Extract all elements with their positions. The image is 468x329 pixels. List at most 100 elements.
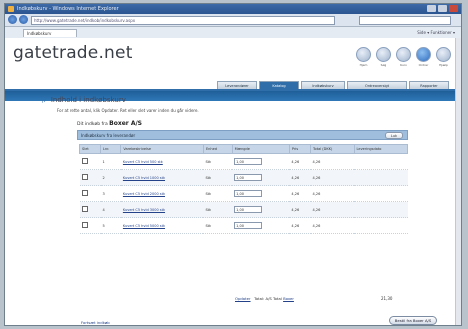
orders-label: Ordrer bbox=[418, 63, 429, 67]
line-number: 1 bbox=[100, 153, 121, 170]
col-price: Pris bbox=[288, 144, 312, 154]
quantity-input[interactable]: 1,00 bbox=[234, 206, 263, 213]
item-unit: Stk bbox=[203, 201, 233, 218]
help-label: Hjælp bbox=[439, 63, 448, 67]
item-total: 4,26 bbox=[310, 217, 355, 234]
continue-shopping-link[interactable]: Fortsæt indkøb bbox=[81, 320, 110, 325]
item-unit: Stk bbox=[203, 217, 233, 234]
back-icon[interactable] bbox=[8, 15, 17, 24]
search-label: Søg bbox=[380, 63, 387, 67]
item-delivery bbox=[354, 201, 408, 218]
table-row: 3 Kuvert C5 hvid 2000 stk Stk 1,00 4,26 … bbox=[79, 185, 408, 202]
home-icon[interactable]: Hjem bbox=[356, 47, 371, 67]
ie-icon bbox=[8, 6, 14, 12]
heading-mark-icon: \√ bbox=[41, 97, 47, 104]
top-icon-bar: Hjem Søg Kurv Ordrer Hjælp bbox=[356, 47, 451, 67]
item-link[interactable]: Kuvert C5 hvid 3000 stk bbox=[123, 208, 165, 212]
cart-label: Kurv bbox=[400, 63, 407, 67]
line-number: 5 bbox=[100, 217, 121, 234]
update-link[interactable]: Opdater bbox=[235, 296, 251, 301]
col-delete: Slet bbox=[79, 144, 101, 154]
orders-icon[interactable]: Ordrer bbox=[416, 47, 431, 67]
page-title: \√ Indhold i indkøbskurv bbox=[41, 96, 126, 104]
maximize-button[interactable] bbox=[438, 5, 447, 12]
forward-icon[interactable] bbox=[19, 15, 28, 24]
item-price: 4,26 bbox=[289, 217, 311, 234]
item-delivery bbox=[354, 169, 408, 186]
total-label: Total: A/S Total bbox=[254, 296, 282, 301]
nav-tab-suppliers[interactable]: Leverandører bbox=[217, 81, 257, 89]
item-total: 4,26 bbox=[310, 201, 355, 218]
item-total: 4,26 bbox=[310, 153, 355, 170]
item-price: 4,26 bbox=[289, 201, 311, 218]
col-quantity: Mængde bbox=[231, 144, 290, 154]
item-price: 4,26 bbox=[289, 153, 311, 170]
shop-name: Boxer A/S bbox=[109, 120, 142, 127]
search-icon[interactable]: Søg bbox=[376, 47, 391, 67]
home-label: Hjem bbox=[359, 63, 368, 67]
delete-checkbox[interactable] bbox=[81, 174, 88, 180]
delete-checkbox[interactable] bbox=[81, 206, 88, 212]
close-cart-button[interactable]: Luk bbox=[385, 132, 403, 139]
line-number: 2 bbox=[100, 169, 121, 186]
totals-row: Opdater Total: A/S Total Boxer 21,30 bbox=[235, 296, 392, 301]
cart-icon[interactable]: Kurv bbox=[396, 47, 411, 67]
toolbar-menus[interactable]: Side ▾ Funktioner ▾ bbox=[417, 30, 455, 35]
intro-text: For at rette antal, klik Opdater. Ret el… bbox=[57, 108, 199, 113]
nav-tab-cart[interactable]: Indkøbskurv bbox=[301, 81, 345, 89]
delete-checkbox[interactable] bbox=[81, 190, 88, 196]
item-link[interactable]: Kuvert C5 hvid 500 stk bbox=[123, 160, 163, 164]
shop-bar: Indkøbskurv fra leverandør Luk bbox=[77, 130, 408, 140]
col-total: Total (DKK) bbox=[310, 144, 355, 154]
nav-tab-orders[interactable]: Ordreoversigt bbox=[347, 81, 407, 89]
col-delivery: Leveringsdato bbox=[353, 144, 409, 154]
site-logo[interactable]: gatetrade.net bbox=[13, 43, 133, 63]
delete-checkbox[interactable] bbox=[81, 158, 88, 164]
col-description: Varebeskrivelse bbox=[120, 144, 204, 154]
browser-tab[interactable]: Indkøbskurv bbox=[23, 29, 77, 37]
table-row: 4 Kuvert C5 hvid 3000 stk Stk 1,00 4,26 … bbox=[79, 201, 408, 218]
title-bar: Indkøbskurv - Windows Internet Explorer bbox=[5, 4, 461, 14]
col-unit: Enhed bbox=[202, 144, 233, 154]
item-link[interactable]: Kuvert C5 hvid 1000 stk bbox=[123, 176, 165, 180]
shop-line: Dit indkøb fra Boxer A/S bbox=[77, 120, 142, 127]
col-lnr: Lnr. bbox=[99, 144, 122, 154]
url-field[interactable]: http://www.gatetrade.net/indkob/indkobsk… bbox=[31, 16, 335, 25]
item-link[interactable]: Kuvert C5 hvid 2000 stk bbox=[123, 192, 165, 196]
item-delivery bbox=[354, 185, 408, 202]
nav-tab-catalog[interactable]: Katalog bbox=[259, 81, 299, 89]
total-value: 21,30 bbox=[381, 296, 393, 301]
help-icon[interactable]: Hjælp bbox=[436, 47, 451, 67]
quantity-input[interactable]: 1,00 bbox=[234, 158, 263, 165]
window-title: Indkøbskurv - Windows Internet Explorer bbox=[17, 6, 119, 12]
item-total: 4,26 bbox=[310, 185, 355, 202]
cart-table: Slet Lnr. Varebeskrivelse Enhed Mængde P… bbox=[79, 144, 409, 234]
vertical-scrollbar[interactable] bbox=[455, 38, 461, 325]
item-unit: Stk bbox=[203, 169, 233, 186]
item-link[interactable]: Kuvert C5 hvid 5000 stk bbox=[123, 224, 165, 228]
minimize-button[interactable] bbox=[427, 5, 436, 12]
nav-tab-reports[interactable]: Rapporter bbox=[409, 81, 449, 89]
table-row: 5 Kuvert C5 hvid 5000 stk Stk 1,00 4,26 … bbox=[79, 217, 408, 234]
order-button[interactable]: Bestil fra Boxer A/S bbox=[389, 316, 437, 325]
item-unit: Stk bbox=[203, 153, 233, 170]
delete-checkbox[interactable] bbox=[81, 222, 88, 228]
line-number: 3 bbox=[100, 185, 121, 202]
table-row: 2 Kuvert C5 hvid 1000 stk Stk 1,00 4,26 … bbox=[79, 169, 408, 186]
item-total: 4,26 bbox=[310, 169, 355, 186]
total-supplier-link[interactable]: Boxer bbox=[283, 296, 294, 301]
main-nav: Leverandører Katalog Indkøbskurv Ordreov… bbox=[5, 81, 461, 91]
item-price: 4,26 bbox=[289, 185, 311, 202]
quantity-input[interactable]: 1,00 bbox=[234, 174, 263, 181]
line-number: 4 bbox=[100, 201, 121, 218]
close-button[interactable] bbox=[449, 5, 458, 12]
address-bar: http://www.gatetrade.net/indkob/indkobsk… bbox=[5, 14, 461, 27]
item-delivery bbox=[354, 153, 408, 170]
quantity-input[interactable]: 1,00 bbox=[234, 222, 263, 229]
table-header-row: Slet Lnr. Varebeskrivelse Enhed Mængde P… bbox=[79, 144, 409, 154]
page-title-text: Indhold i indkøbskurv bbox=[50, 96, 126, 104]
item-unit: Stk bbox=[203, 185, 233, 202]
quantity-input[interactable]: 1,00 bbox=[234, 190, 263, 197]
table-row: 1 Kuvert C5 hvid 500 stk Stk 1,00 4,26 4… bbox=[79, 153, 408, 170]
search-field[interactable] bbox=[359, 16, 451, 25]
